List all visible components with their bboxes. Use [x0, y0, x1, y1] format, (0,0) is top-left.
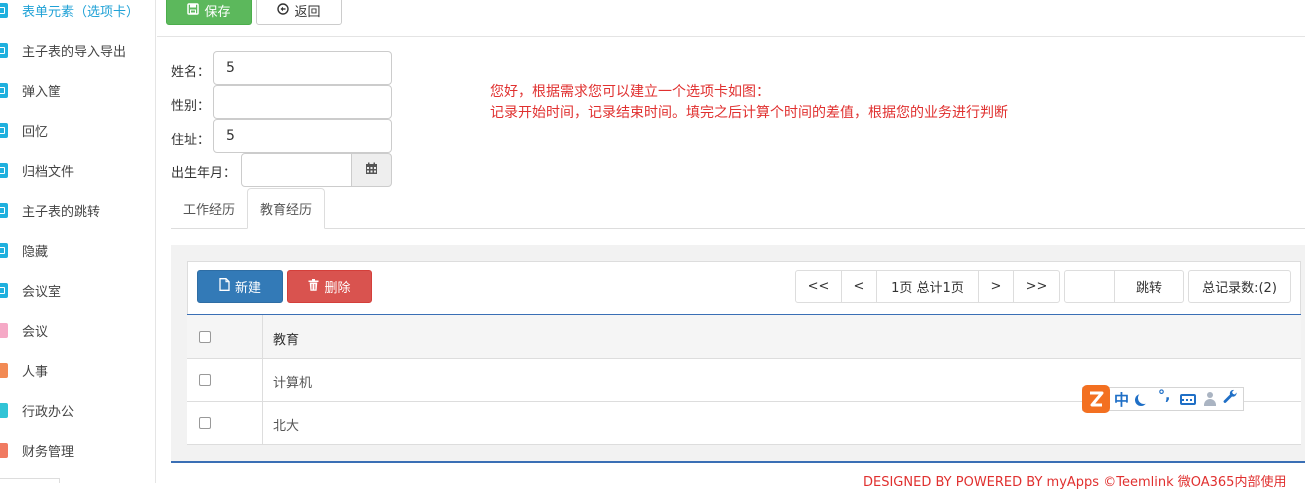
- address-field[interactable]: 5: [213, 119, 392, 153]
- sidebar-item-archive[interactable]: 归档文件: [0, 150, 155, 190]
- tab-education[interactable]: 教育经历: [247, 188, 325, 229]
- hr-icon: [0, 362, 8, 378]
- trash-icon: [308, 278, 319, 295]
- sidebar-item-label: 行政办公: [22, 404, 75, 420]
- row-checkbox[interactable]: [199, 374, 211, 386]
- gender-field[interactable]: [213, 85, 392, 119]
- tab-work-experience[interactable]: 工作经历: [171, 188, 247, 229]
- sidebar-item-label: 隐藏: [22, 244, 49, 260]
- sidebar-item-label: 回忆: [22, 124, 49, 140]
- sidebar-item-hidden[interactable]: 隐藏: [0, 230, 155, 270]
- sidebar-item-office[interactable]: 行政办公: [0, 390, 155, 430]
- sidebar-item-hr[interactable]: 人事: [0, 350, 155, 390]
- column-header-education: 教育: [273, 333, 300, 348]
- meeting-icon: [0, 322, 8, 338]
- table-cell: 计算机: [273, 376, 313, 391]
- cube-icon: [0, 82, 8, 98]
- address-label: 住址：: [171, 133, 211, 148]
- pager-first-button[interactable]: <<: [795, 270, 842, 303]
- sidebar-item-finance[interactable]: 财务管理: [0, 430, 155, 470]
- calendar-button[interactable]: [351, 153, 392, 187]
- table-header: [187, 315, 1301, 359]
- tab-bar: [171, 228, 1305, 229]
- save-button[interactable]: 保存: [166, 0, 252, 25]
- pager-next-button[interactable]: >: [978, 270, 1014, 303]
- sidebar-item-label: 主子表的导入导出: [22, 44, 127, 60]
- table-cell: 北大: [273, 419, 300, 434]
- cube-icon: [0, 122, 8, 138]
- form-toolbar: 保存 返回: [157, 0, 1305, 37]
- sidebar-item-memory[interactable]: 回忆: [0, 110, 155, 150]
- cube-icon: [0, 42, 8, 58]
- cube-icon: [0, 2, 8, 18]
- sidebar-item-form-elements[interactable]: 表单元素（选项卡）: [0, 0, 155, 30]
- footer-copyright: DESIGNED BY POWERED BY myApps ©Teemlink …: [863, 475, 1287, 490]
- new-label: 新建: [234, 281, 261, 296]
- select-all-checkbox[interactable]: [199, 331, 211, 343]
- delete-label: 删除: [324, 281, 351, 296]
- sidebar-item-label: 财务管理: [22, 444, 75, 460]
- sidebar-footer: [0, 478, 60, 483]
- back-label: 返回: [294, 5, 321, 20]
- pager-page-info: 1页 总计1页: [876, 270, 979, 303]
- back-icon: [277, 2, 290, 19]
- finance-icon: [0, 442, 8, 458]
- user-icon[interactable]: [1204, 392, 1216, 406]
- sidebar-item-label: 表单元素（选项卡）: [22, 4, 140, 20]
- keyboard-icon[interactable]: [1180, 394, 1196, 405]
- pager-prev-button[interactable]: <: [841, 270, 877, 303]
- moon-icon[interactable]: [1138, 392, 1150, 404]
- panel-bottom-border: [171, 461, 1305, 463]
- note-line-2: 记录开始时间，记录结束时间。填完之后计算个时间的差值，根据您的业务进行判断: [490, 105, 1008, 121]
- row-checkbox[interactable]: [199, 417, 211, 429]
- note-line-1: 您好，根据需求您可以建立一个选项卡如图：: [490, 84, 770, 100]
- pager-jump-input[interactable]: [1064, 270, 1115, 303]
- pager-jump-button[interactable]: 跳转: [1114, 270, 1184, 303]
- cube-icon: [0, 242, 8, 258]
- sidebar-item-label: 弹入筐: [22, 84, 62, 100]
- pager-total-count: 总记录数:(2): [1188, 270, 1291, 303]
- column-divider: [262, 315, 263, 444]
- sidebar: 表单元素（选项卡） 主子表的导入导出 弹入筐 回忆 归档文件 主子表的跳转 隐藏…: [0, 0, 156, 483]
- name-label: 姓名：: [171, 65, 211, 80]
- sidebar-item-label: 会议室: [22, 284, 62, 300]
- punctuation-toggle[interactable]: °,: [1158, 388, 1170, 404]
- sidebar-item-meeting[interactable]: 会议: [0, 310, 155, 350]
- cube-icon: [0, 162, 8, 178]
- sidebar-item-label: 归档文件: [22, 164, 75, 180]
- delete-button[interactable]: 删除: [287, 270, 372, 303]
- file-icon: [219, 278, 230, 295]
- cube-icon: [0, 282, 8, 298]
- back-button[interactable]: 返回: [256, 0, 342, 25]
- sidebar-item-label: 主子表的跳转: [22, 204, 101, 220]
- sidebar-item-meeting-room[interactable]: 会议室: [0, 270, 155, 310]
- sogou-ime-icon[interactable]: [1082, 385, 1110, 413]
- sidebar-item-popup[interactable]: 弹入筐: [0, 70, 155, 110]
- sidebar-item-jump[interactable]: 主子表的跳转: [0, 190, 155, 230]
- office-icon: [0, 402, 8, 418]
- birth-date-field[interactable]: [241, 153, 352, 187]
- birth-label: 出生年月：: [171, 166, 237, 181]
- name-field[interactable]: 5: [213, 51, 392, 85]
- ime-mode-toggle[interactable]: 中: [1114, 389, 1129, 410]
- new-button[interactable]: 新建: [197, 270, 283, 303]
- sidebar-item-label: 人事: [22, 364, 49, 380]
- birth-date-picker: [241, 153, 392, 187]
- save-icon: [187, 2, 200, 19]
- sidebar-item-import-export[interactable]: 主子表的导入导出: [0, 30, 155, 70]
- sidebar-item-label: 会议: [22, 324, 49, 340]
- gender-label: 性别：: [171, 99, 211, 114]
- save-label: 保存: [204, 5, 231, 20]
- cube-icon: [0, 202, 8, 218]
- wrench-icon[interactable]: [1223, 389, 1238, 408]
- calendar-icon: [365, 162, 378, 179]
- pager-last-button[interactable]: >>: [1013, 270, 1060, 303]
